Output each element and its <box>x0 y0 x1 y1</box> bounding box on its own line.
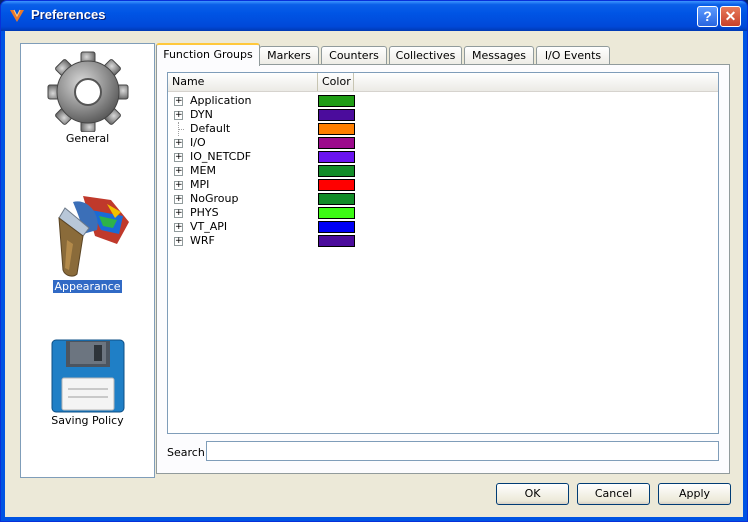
expand-icon[interactable]: + <box>174 111 183 120</box>
color-swatch[interactable] <box>318 193 355 205</box>
app-logo-icon <box>10 9 24 22</box>
tree-row[interactable]: + MEM <box>168 164 718 178</box>
expand-icon[interactable]: + <box>174 223 183 232</box>
sidebar-item-label: Saving Policy <box>51 414 124 427</box>
tree-row[interactable]: Default <box>168 122 718 136</box>
tree-row[interactable]: + Application <box>168 94 718 108</box>
group-name: Default <box>190 122 231 135</box>
floppy-disk-icon <box>51 339 124 413</box>
tab-io-events[interactable]: I/O Events <box>536 46 610 65</box>
ok-button[interactable]: OK <box>496 483 569 505</box>
tree-row[interactable]: + I/O <box>168 136 718 150</box>
color-swatch[interactable] <box>318 151 355 163</box>
sidebar-item-label: General <box>65 132 110 145</box>
tab-collectives[interactable]: Collectives <box>389 46 462 65</box>
tab-markers[interactable]: Markers <box>259 46 319 65</box>
column-header-name[interactable]: Name <box>168 73 318 91</box>
group-name: I/O <box>190 136 206 149</box>
paint-brush-icon <box>57 196 129 277</box>
apply-button[interactable]: Apply <box>658 483 731 505</box>
function-groups-panel: Name Color + Application + DYN Default + I/O + I… <box>156 64 730 474</box>
tree-row[interactable]: + WRF <box>168 234 718 248</box>
expand-icon[interactable]: + <box>174 167 183 176</box>
group-name: PHYS <box>190 206 219 219</box>
expand-icon[interactable]: + <box>174 181 183 190</box>
tree-header: Name Color <box>168 73 718 92</box>
group-name: VT_API <box>190 220 228 233</box>
gear-icon <box>47 51 128 132</box>
tree-row[interactable]: + VT_API <box>168 220 718 234</box>
expand-icon[interactable]: + <box>174 97 183 106</box>
tab-function-groups[interactable]: Function Groups <box>156 43 260 66</box>
color-swatch[interactable] <box>318 109 355 121</box>
tree-row[interactable]: + MPI <box>168 178 718 192</box>
color-swatch[interactable] <box>318 95 355 107</box>
title-bar[interactable]: Preferences ? ✕ <box>1 1 747 31</box>
tab-messages[interactable]: Messages <box>464 46 534 65</box>
group-name: WRF <box>190 234 215 247</box>
search-input[interactable] <box>206 441 719 461</box>
color-swatch[interactable] <box>318 179 355 191</box>
color-swatch[interactable] <box>318 235 355 247</box>
column-header-color[interactable]: Color <box>318 73 354 91</box>
sidebar-item-saving-policy[interactable]: Saving Policy <box>21 338 154 427</box>
category-sidebar: General Appearance Saving Policy <box>20 43 155 478</box>
function-groups-tree[interactable]: Name Color + Application + DYN Default + I/O + I… <box>167 72 719 434</box>
group-name: DYN <box>190 108 213 121</box>
color-swatch[interactable] <box>318 207 355 219</box>
group-name: NoGroup <box>190 192 239 205</box>
sidebar-item-general[interactable]: General <box>21 48 154 145</box>
sidebar-item-appearance[interactable]: Appearance <box>21 190 154 294</box>
tab-counters[interactable]: Counters <box>321 46 387 65</box>
tree-row[interactable]: + DYN <box>168 108 718 122</box>
tree-row[interactable]: + NoGroup <box>168 192 718 206</box>
group-name: MEM <box>190 164 216 177</box>
expand-icon[interactable]: + <box>174 153 183 162</box>
tree-row[interactable]: + IO_NETCDF <box>168 150 718 164</box>
group-name: IO_NETCDF <box>190 150 252 163</box>
group-name: MPI <box>190 178 210 191</box>
color-swatch[interactable] <box>318 123 355 135</box>
group-name: Application <box>190 94 252 107</box>
expand-icon[interactable]: + <box>174 139 183 148</box>
tree-row[interactable]: + PHYS <box>168 206 718 220</box>
color-swatch[interactable] <box>318 165 355 177</box>
close-button[interactable]: ✕ <box>720 6 741 27</box>
window-title: Preferences <box>31 7 106 22</box>
cancel-button[interactable]: Cancel <box>577 483 650 505</box>
expand-icon[interactable]: + <box>174 237 183 246</box>
search-label: Search <box>167 446 205 459</box>
expand-icon[interactable]: + <box>174 195 183 204</box>
color-swatch[interactable] <box>318 137 355 149</box>
sidebar-item-label: Appearance <box>52 279 123 294</box>
preferences-window: Preferences ? ✕ General Appearance Savin… <box>0 0 748 522</box>
color-swatch[interactable] <box>318 221 355 233</box>
expand-icon[interactable]: + <box>174 209 183 218</box>
tree-line <box>179 129 184 131</box>
dialog-body: General Appearance Saving Policy Functio… <box>5 31 743 517</box>
help-button[interactable]: ? <box>697 6 718 27</box>
